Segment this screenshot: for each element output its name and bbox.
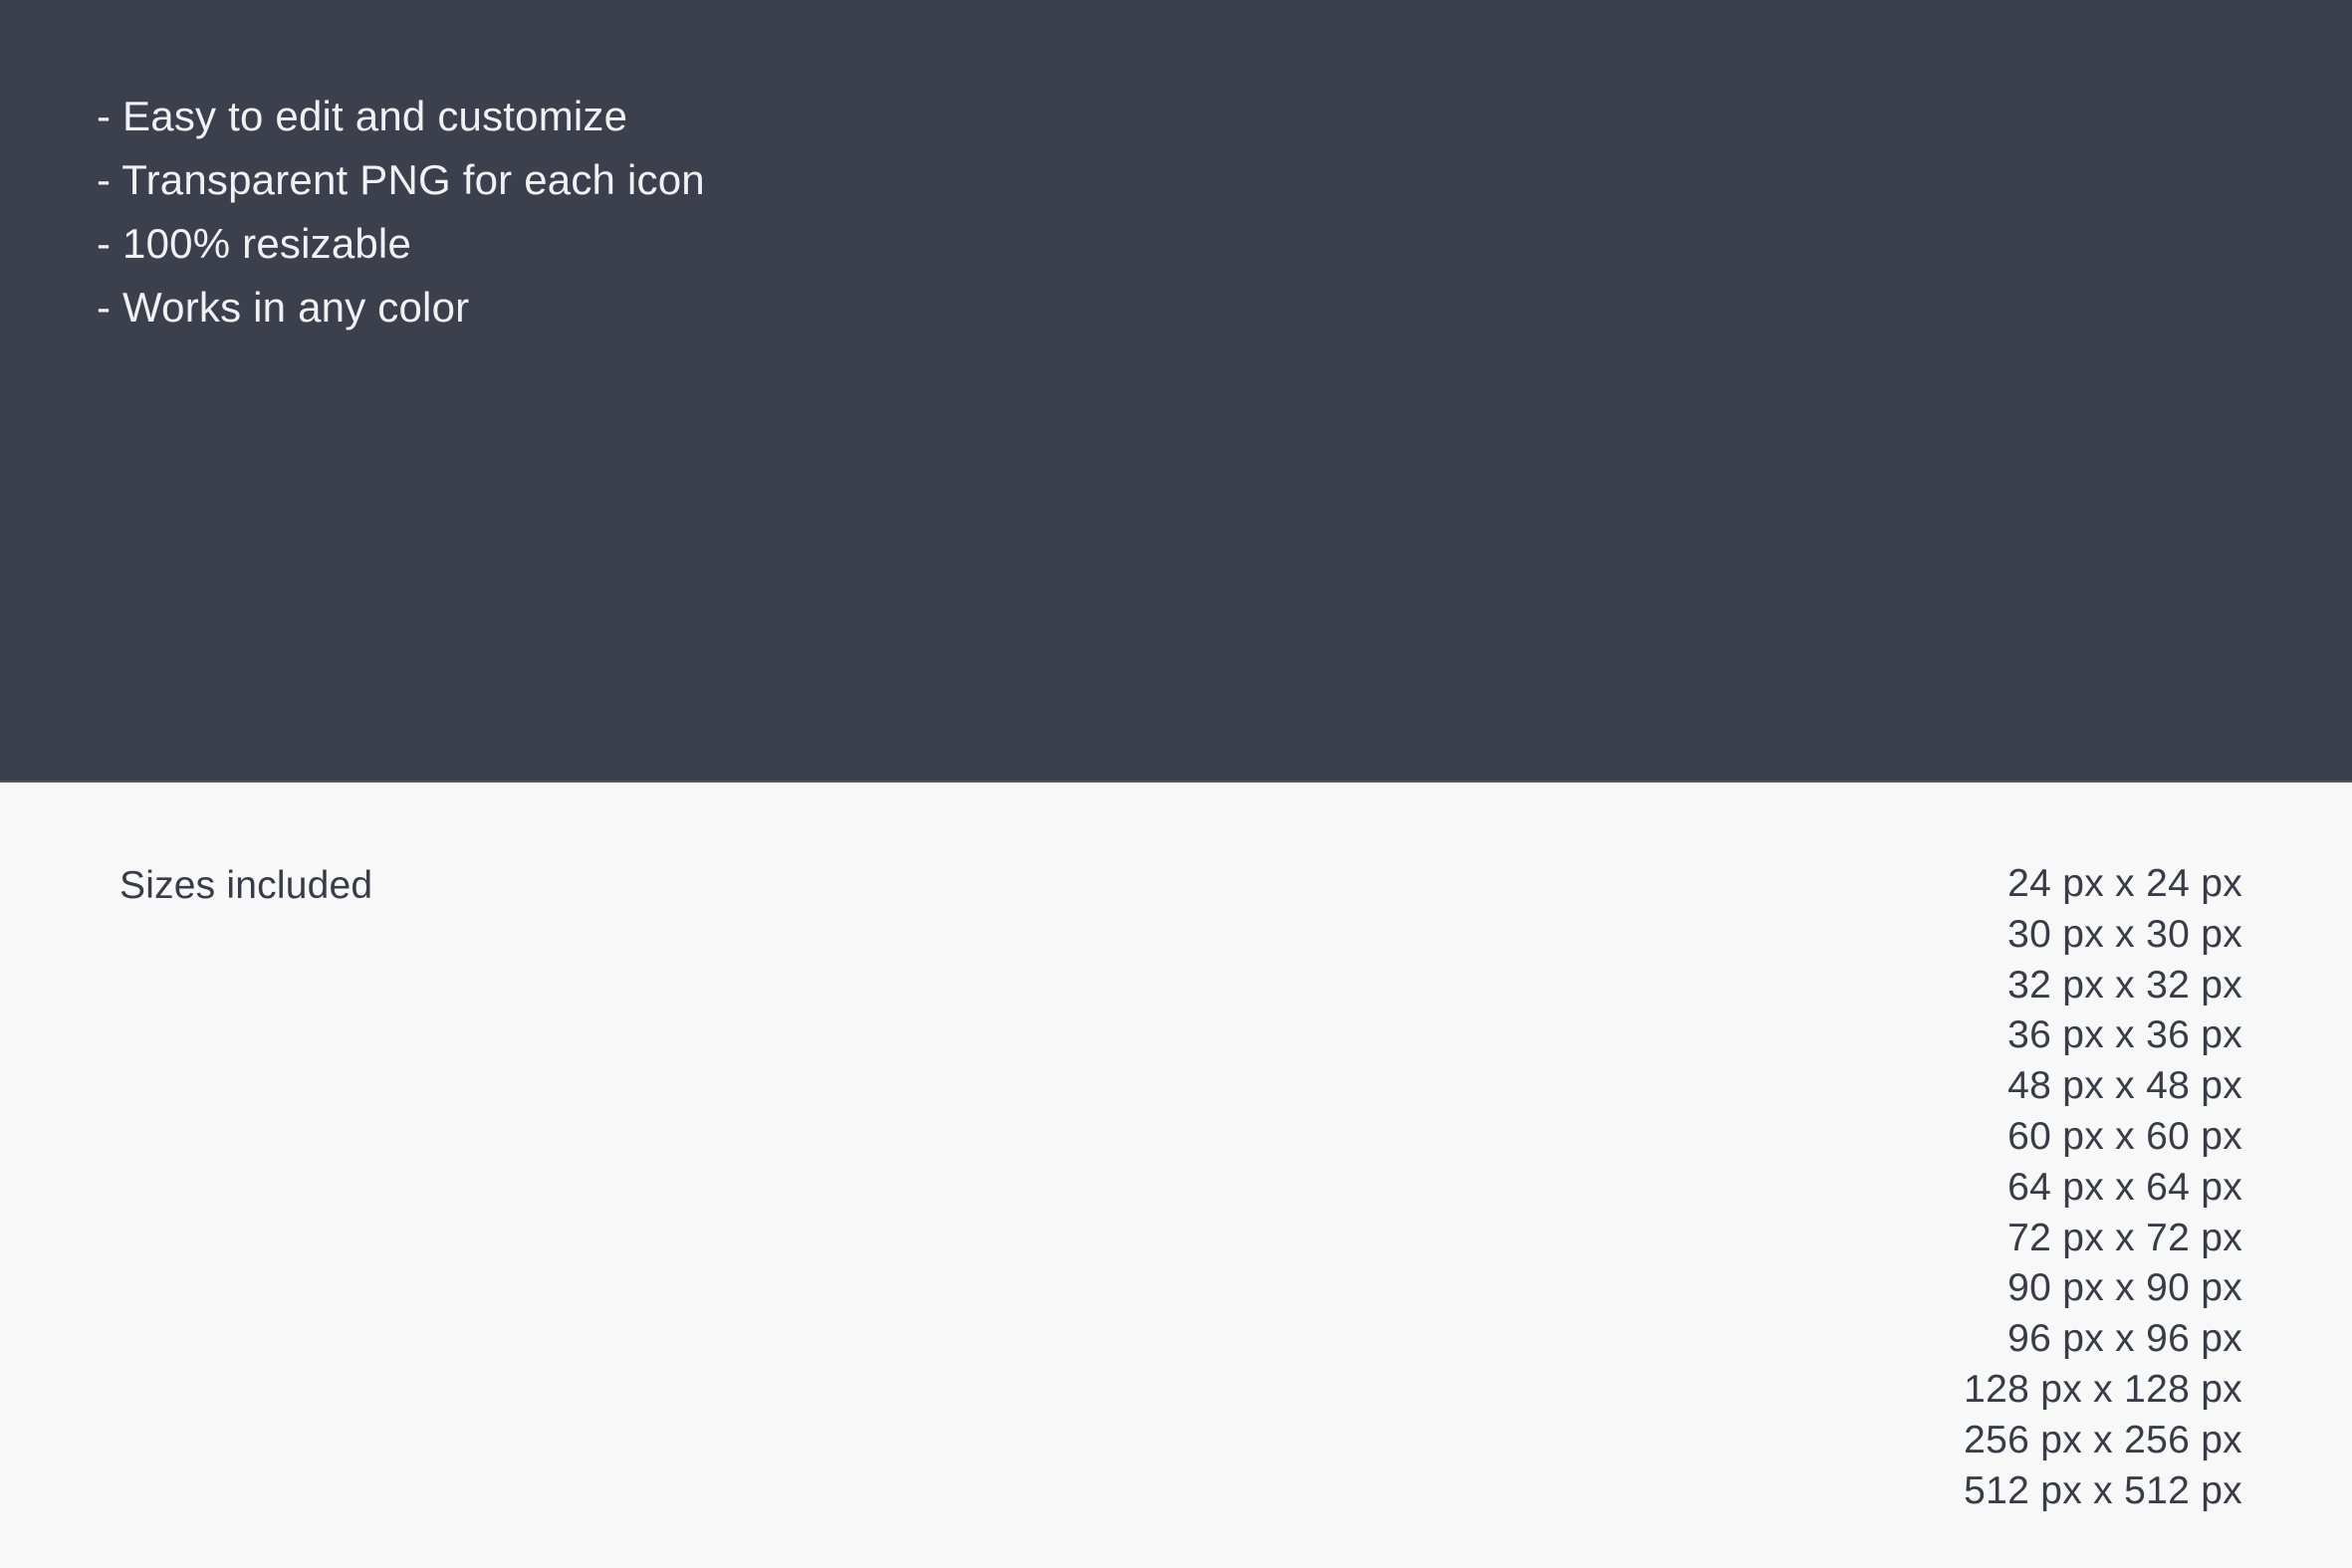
size-list-item: 64 px x 64 px — [2007, 1165, 2242, 1209]
size-list-item: 72 px x 72 px — [2007, 1216, 2242, 1259]
sizes-list: 24 px x 24 px 30 px x 30 px 32 px x 32 p… — [1964, 859, 2242, 1516]
size-list-item: 256 px x 256 px — [1964, 1418, 2242, 1461]
size-list-item: 60 px x 60 px — [2007, 1114, 2242, 1158]
feature-list-item: - Transparent PNG for each icon — [97, 156, 705, 203]
size-list-item: 96 px x 96 px — [2007, 1317, 2242, 1361]
features-panel: - Easy to edit and customize - Transpare… — [0, 0, 2352, 783]
feature-list: - Easy to edit and customize - Transpare… — [97, 85, 705, 339]
feature-list-item: - Works in any color — [97, 284, 470, 331]
feature-list-item: - 100% resizable — [97, 220, 412, 267]
sizes-included-heading: Sizes included — [119, 864, 373, 907]
size-list-item: 30 px x 30 px — [2007, 912, 2242, 956]
size-list-item: 32 px x 32 px — [2007, 963, 2242, 1007]
size-list-item: 36 px x 36 px — [2007, 1013, 2242, 1057]
size-list-item: 24 px x 24 px — [2007, 862, 2242, 905]
size-list-item: 512 px x 512 px — [1964, 1468, 2242, 1512]
size-list-item: 48 px x 48 px — [2007, 1064, 2242, 1108]
product-info-slide: - Easy to edit and customize - Transpare… — [0, 0, 2352, 1568]
feature-list-item: - Easy to edit and customize — [97, 93, 628, 139]
size-list-item: 90 px x 90 px — [2007, 1266, 2242, 1310]
sizes-panel: Sizes included 24 px x 24 px 30 px x 30 … — [0, 784, 2352, 1568]
size-list-item: 128 px x 128 px — [1964, 1367, 2242, 1411]
